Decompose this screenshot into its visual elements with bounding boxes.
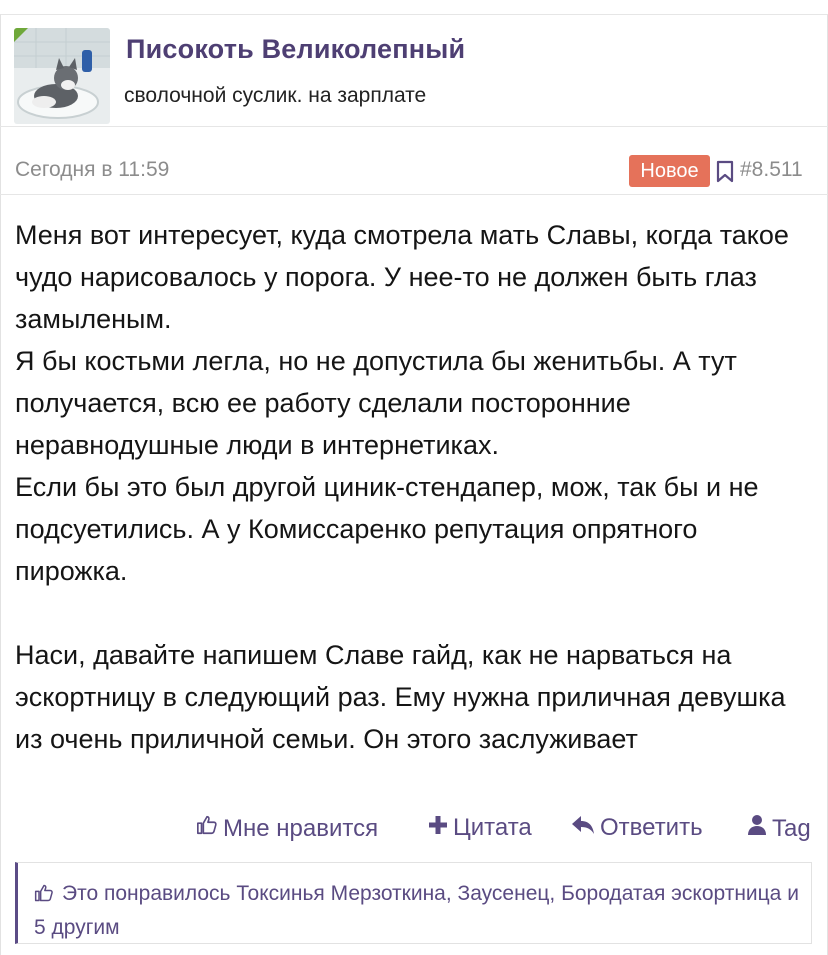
like-button[interactable]: Мне нравится [196,814,378,843]
quote-button[interactable]: Цитата [428,814,532,842]
username[interactable]: Писокоть Великолепный [126,34,465,65]
message-paragraph: Я бы костьми легла, но не допустила бы ж… [15,346,737,460]
post-date[interactable]: Сегодня в 11:59 [15,158,169,182]
message-paragraph: Наси, давайте напишем Славе гайд, как не… [15,640,786,754]
reply-button[interactable]: Ответить [571,814,703,842]
thumbs-up-icon [196,814,223,843]
bookmark-icon[interactable] [716,160,734,184]
post-header: Писокоть Великолепный сволочной суслик. … [0,0,828,127]
likes-summary[interactable]: Это понравилось Токсинья Мерзоткина, Зау… [15,862,812,944]
reply-icon [571,814,600,842]
user-icon [747,814,772,843]
like-label: Мне нравится [223,814,379,842]
likes-text[interactable]: Это понравилось Токсинья Мерзоткина, Зау… [34,882,799,939]
avatar[interactable] [14,28,110,124]
message-paragraph: Меня вот интересует, куда смотрела мать … [15,220,789,334]
reply-label: Ответить [600,814,703,841]
new-badge: Новое [629,155,710,187]
quote-label: Цитата [453,814,532,841]
likes-summary-text: Это понравилось Токсинья Мерзоткина, Зау… [34,878,804,943]
plus-icon [428,814,453,842]
thumbs-up-icon [34,881,54,912]
post-actions: Мне нравится Цитата Ответить Tag [0,814,828,848]
tag-label: Tag [772,814,811,842]
post-number[interactable]: #8.511 [740,158,803,182]
tag-button[interactable]: Tag [747,814,811,843]
message-paragraph: Если бы это был другой циник-стендапер, … [15,472,759,586]
post-message: Меня вот интересует, куда смотрела мать … [15,214,815,760]
user-title: сволочной суслик. на зарплате [124,84,427,107]
